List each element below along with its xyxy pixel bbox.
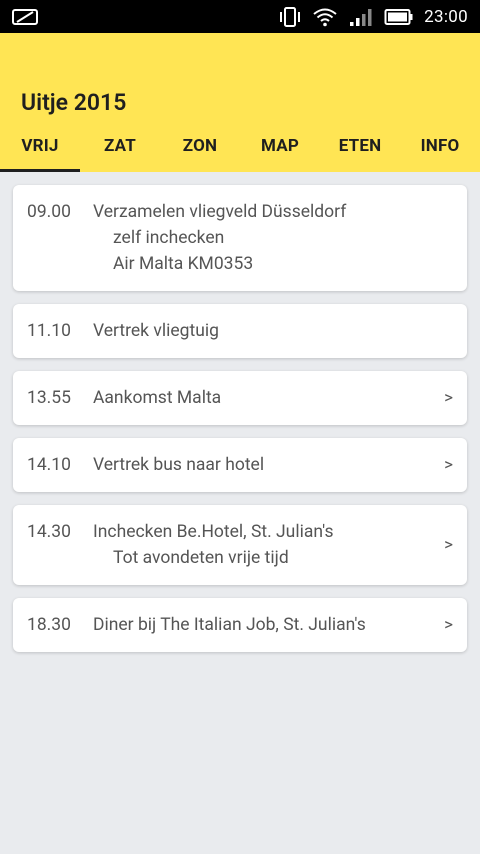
schedule-time: 14.10 <box>27 455 71 475</box>
schedule-time: 18.30 <box>27 615 71 635</box>
schedule-line: Vertrek bus naar hotel <box>93 455 265 475</box>
battery-icon <box>384 8 413 25</box>
status-bar: 23:00 <box>0 0 480 33</box>
status-left <box>12 7 38 27</box>
schedule-item[interactable]: 11.10 Vertrek vliegtuig <box>13 304 467 358</box>
schedule-item[interactable]: 14.10 Vertrek bus naar hotel > <box>13 438 467 492</box>
schedule-line: Air Malta KM0353 <box>113 254 254 274</box>
schedule-line: Aankomst Malta <box>93 388 222 408</box>
schedule-description: Verzamelen vliegveld Düsseldorf zelf inc… <box>93 199 346 277</box>
tab-eten[interactable]: ETEN <box>320 120 400 172</box>
schedule-description: Inchecken Be.Hotel, St. Julian's Tot avo… <box>93 519 334 571</box>
tab-map[interactable]: MAP <box>240 120 320 172</box>
schedule-line: Inchecken Be.Hotel, St. Julian's <box>93 522 334 542</box>
signal-icon <box>350 8 372 26</box>
tab-bar: VRIJ ZAT ZON MAP ETEN INFO <box>0 120 480 172</box>
schedule-item[interactable]: 09.00 Verzamelen vliegveld Düsseldorf ze… <box>13 185 467 291</box>
schedule-line: Vertrek vliegtuig <box>93 321 219 341</box>
schedule-line: Verzamelen vliegveld Düsseldorf <box>93 202 347 222</box>
tab-zon[interactable]: ZON <box>160 120 240 172</box>
schedule-item[interactable]: 14.30 Inchecken Be.Hotel, St. Julian's T… <box>13 505 467 585</box>
vibrate-icon <box>280 6 301 27</box>
status-right: 23:00 <box>278 0 468 33</box>
schedule-time: 11.10 <box>27 321 71 341</box>
schedule-description: Aankomst Malta <box>93 385 221 411</box>
tab-info[interactable]: INFO <box>400 120 480 172</box>
notification-icon <box>12 8 38 25</box>
schedule-time: 13.55 <box>27 388 71 408</box>
schedule-list: 09.00 Verzamelen vliegveld Düsseldorf ze… <box>0 172 480 652</box>
schedule-line: Diner bij The Italian Job, St. Julian's <box>93 615 366 635</box>
schedule-item[interactable]: 18.30 Diner bij The Italian Job, St. Jul… <box>13 598 467 652</box>
schedule-time: 14.30 <box>27 522 71 542</box>
tab-vrij[interactable]: VRIJ <box>0 120 80 172</box>
schedule-description: Vertrek bus naar hotel <box>93 452 264 478</box>
app-bar: Uitje 2015 VRIJ ZAT ZON MAP ETEN INFO <box>0 33 480 172</box>
app-title: Uitje 2015 <box>21 89 127 116</box>
schedule-description: Diner bij The Italian Job, St. Julian's <box>93 612 366 638</box>
status-clock: 23:00 <box>424 6 468 27</box>
chevron-right-icon[interactable]: > <box>444 535 453 555</box>
schedule-description: Vertrek vliegtuig <box>93 318 219 344</box>
wifi-icon <box>313 8 337 26</box>
schedule-time: 09.00 <box>27 202 71 222</box>
schedule-line: Tot avondeten vrije tijd <box>113 548 289 568</box>
schedule-item[interactable]: 13.55 Aankomst Malta > <box>13 371 467 425</box>
chevron-right-icon[interactable]: > <box>444 455 453 475</box>
active-tab-indicator <box>0 169 80 172</box>
chevron-right-icon[interactable]: > <box>444 615 453 635</box>
schedule-line: zelf inchecken <box>113 228 225 248</box>
chevron-right-icon[interactable]: > <box>444 388 453 408</box>
tab-zat[interactable]: ZAT <box>80 120 160 172</box>
